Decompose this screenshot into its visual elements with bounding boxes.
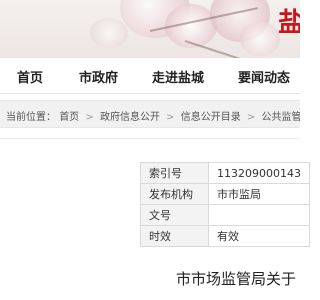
meta-key-index: 索引号 [139,162,210,184]
breadcrumb-item-gov-info[interactable]: 政府信息公开 [100,112,160,123]
breadcrumb-separator: > [166,112,175,123]
divider [0,138,300,139]
main-nav: 首页 市政府 走进盐城 要闻动态 [0,58,300,94]
blossom-decoration [90,18,128,48]
breadcrumb: 当前位置： 首页 > 政府信息公开 > 信息公开目录 > 公共监管信息 > 十 [6,108,300,123]
breadcrumb-item-catalog[interactable]: 信息公开目录 [181,112,241,123]
meta-value-publisher: 市市监局 [208,183,310,205]
meta-key-publisher: 发布机构 [139,183,210,205]
meta-value-validity: 有效 [208,225,310,247]
meta-key-validity: 时效 [139,225,210,247]
nav-item-home[interactable]: 首页 [17,67,43,86]
breadcrumb-bar: 当前位置： 首页 > 政府信息公开 > 信息公开目录 > 公共监管信息 > 十 [0,100,300,128]
meta-key-doc-number: 文号 [139,204,210,226]
header-banner: 盐 [0,0,300,58]
meta-value-doc-number [208,204,310,226]
table-row: 文号 [139,204,310,226]
nav-item-news[interactable]: 要闻动态 [238,67,290,86]
table-row: 时效 有效 [139,225,310,247]
table-row: 发布机构 市市监局 [139,183,310,205]
breadcrumb-item-home[interactable]: 首页 [59,112,79,123]
breadcrumb-item-regulation[interactable]: 公共监管信息 [261,112,300,123]
nav-item-city-government[interactable]: 市政府 [79,67,118,86]
table-row: 索引号 113209000143 [139,162,310,184]
breadcrumb-separator: > [246,112,256,123]
blossom-decoration [240,22,280,56]
site-logo[interactable]: 盐 [278,2,300,39]
meta-value-index: 113209000143 [208,162,310,184]
breadcrumb-prefix: 当前位置： [6,112,56,123]
document-meta-table: 索引号 113209000143 发布机构 市市监局 文号 时效 有效 [139,162,310,247]
main-content: 索引号 113209000143 发布机构 市市监局 文号 时效 有效 市市场监… [0,128,310,300]
document-title: 市市场监管局关于 [176,270,297,288]
nav-item-about-yancheng[interactable]: 走进盐城 [152,67,204,86]
breadcrumb-separator: > [85,112,94,123]
